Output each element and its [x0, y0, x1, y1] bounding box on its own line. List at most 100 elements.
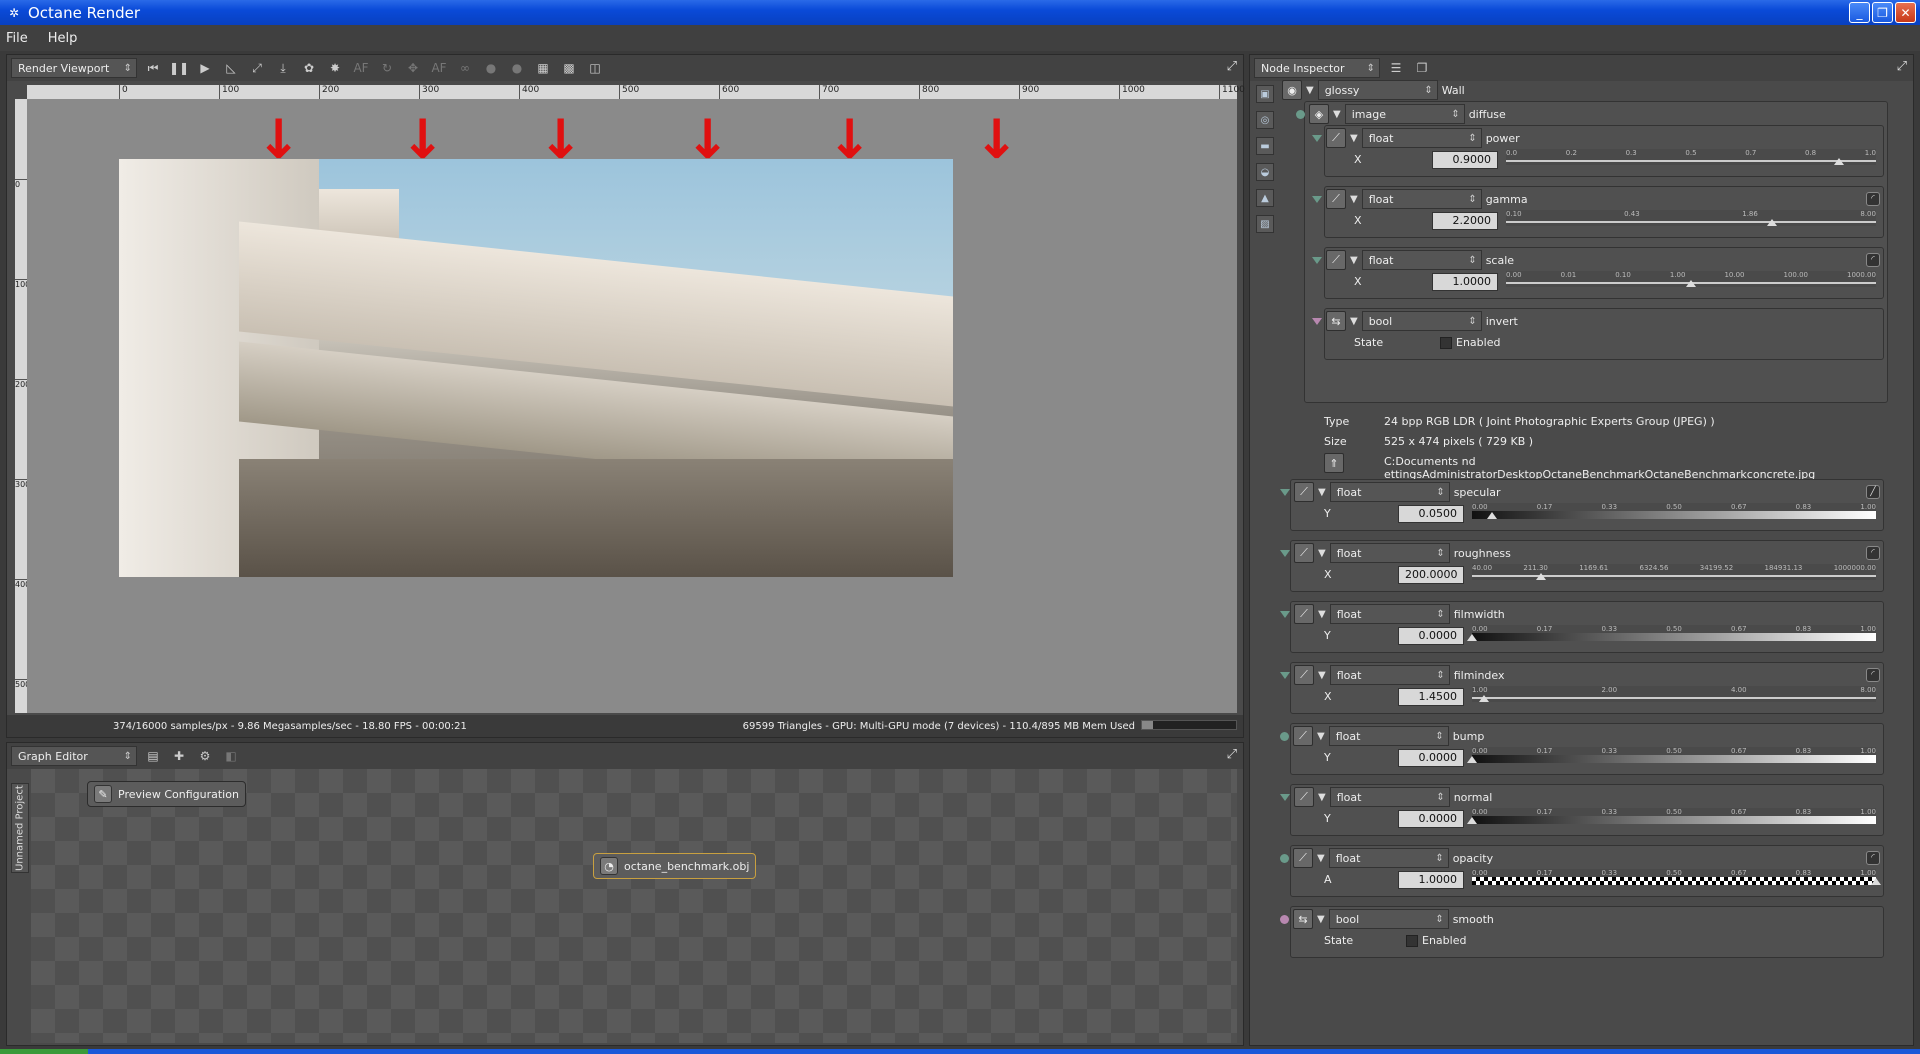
node-icon[interactable]: ⟋	[1326, 128, 1346, 148]
mesh-icon[interactable]: ◒	[1256, 163, 1274, 181]
expand-icon[interactable]: ❐	[1412, 58, 1432, 78]
slider-thumb[interactable]	[1467, 634, 1477, 641]
node-icon[interactable]: ⟋	[1326, 189, 1346, 209]
inspector-panel-selector[interactable]: Node Inspector	[1254, 58, 1380, 78]
project-tab[interactable]: Unnamed Project	[11, 783, 29, 873]
connection-dot[interactable]	[1280, 853, 1289, 863]
value-slider[interactable]: 1.00 2.00 4.00 8.00	[1472, 686, 1876, 702]
value-field[interactable]: 0.0000	[1398, 627, 1464, 645]
node-icon[interactable]: ⟋	[1293, 726, 1313, 746]
node-icon[interactable]: ⟋	[1294, 604, 1314, 624]
connection-dot[interactable]	[1280, 793, 1290, 801]
collapse-toggle-icon[interactable]: ▼	[1350, 255, 1358, 266]
slider-thumb[interactable]	[1467, 756, 1477, 763]
node-icon[interactable]: ◉	[1282, 80, 1302, 100]
maximize-panel-icon[interactable]: ⤢	[1227, 59, 1237, 74]
node-type-selector[interactable]: float	[1361, 250, 1482, 270]
connection-dot[interactable]	[1280, 731, 1289, 741]
value-slider[interactable]: 0.00 0.17 0.33 0.50 0.67 0.83 1.00	[1472, 869, 1881, 885]
close-button[interactable]: ✕	[1895, 2, 1916, 23]
curve-icon[interactable]: ◜	[1866, 192, 1880, 206]
value-slider[interactable]: 0.10 0.43 1.86 8.00	[1506, 210, 1876, 226]
value-field[interactable]: 1.4500	[1398, 688, 1464, 706]
file-browse-icon[interactable]: ⇑	[1324, 453, 1344, 473]
viewport-panel-selector[interactable]: Render Viewport	[11, 58, 137, 78]
collapse-toggle-icon[interactable]: ▼	[1350, 194, 1358, 205]
rotate-icon[interactable]: ↻	[377, 58, 397, 78]
collapse-toggle-icon[interactable]: ▼	[1318, 792, 1326, 803]
connection-dot[interactable]	[1312, 256, 1322, 264]
connection-dot[interactable]	[1296, 109, 1305, 119]
collapse-toggle-icon[interactable]: ▼	[1317, 853, 1325, 864]
curve-icon[interactable]: ◜	[1866, 668, 1880, 682]
node-icon[interactable]: ⟋	[1326, 250, 1346, 270]
value-slider[interactable]: 0.00 0.17 0.33 0.50 0.67 0.83 1.00	[1467, 747, 1876, 763]
play-icon[interactable]: ▶	[195, 58, 215, 78]
collapse-icon[interactable]: ☰	[1386, 58, 1406, 78]
slider-thumb[interactable]	[1487, 512, 1498, 519]
slider-thumb[interactable]	[1479, 695, 1490, 702]
value-slider[interactable]: 0.00 0.17 0.33 0.50 0.67 0.83 1.00	[1467, 625, 1876, 641]
menu-file[interactable]: File	[6, 31, 28, 46]
node-type-selector[interactable]: bool	[1328, 909, 1449, 929]
graph-panel-selector[interactable]: Graph Editor	[11, 746, 137, 766]
minimize-button[interactable]: _	[1849, 2, 1870, 23]
node-type-selector[interactable]: image	[1344, 104, 1465, 124]
node-icon[interactable]: ⇆	[1326, 311, 1346, 331]
value-field[interactable]: 200.0000	[1398, 566, 1464, 584]
menu-help[interactable]: Help	[48, 31, 78, 46]
collapse-toggle-icon[interactable]: ▼	[1350, 133, 1358, 144]
checkbox-box[interactable]	[1406, 935, 1418, 947]
maximize-panel-icon[interactable]: ⤢	[1227, 747, 1237, 762]
node-octane-benchmark[interactable]: ◔ octane_benchmark.obj	[593, 853, 757, 879]
start-button[interactable]	[0, 1049, 88, 1054]
node-type-selector[interactable]: float	[1329, 787, 1450, 807]
node-type-selector[interactable]: float	[1329, 604, 1450, 624]
texture-icon[interactable]: ▨	[1256, 215, 1274, 233]
pan-icon[interactable]: ✥	[403, 58, 423, 78]
maximize-button[interactable]: ❐	[1872, 2, 1893, 23]
load-icon[interactable]: ▤	[143, 746, 163, 766]
value-field[interactable]: 0.0000	[1398, 810, 1464, 828]
node-type-selector[interactable]: float	[1361, 189, 1482, 209]
curve-icon[interactable]: ╱	[1866, 485, 1880, 499]
collapse-toggle-icon[interactable]: ▼	[1318, 609, 1326, 620]
collapse-toggle-icon[interactable]: ▼	[1317, 914, 1325, 925]
node-type-selector[interactable]: float	[1329, 543, 1450, 563]
collapse-toggle-icon[interactable]: ▼	[1318, 548, 1326, 559]
focus-picker-icon[interactable]: ◺	[221, 58, 241, 78]
connection-dot[interactable]	[1280, 914, 1289, 924]
node-graph-canvas[interactable]: ✎ Preview Configuration ◔ octane_benchma…	[31, 769, 1237, 1043]
node-preview-configuration[interactable]: ✎ Preview Configuration	[87, 781, 246, 807]
grid-single-icon[interactable]: ▦	[533, 58, 553, 78]
link-icon[interactable]: ∞	[455, 58, 475, 78]
camera-icon[interactable]: ⤢	[247, 58, 267, 78]
connection-dot[interactable]	[1280, 549, 1290, 557]
curve-icon[interactable]: ◜	[1866, 546, 1880, 560]
group-icon[interactable]: ◧	[221, 746, 241, 766]
camera-icon[interactable]: ◎	[1256, 111, 1274, 129]
value-field[interactable]: 0.0000	[1398, 749, 1464, 767]
slider-thumb[interactable]	[1535, 573, 1546, 580]
value-slider[interactable]: 40.00 211.30 1169.61 6324.56 34199.52 184931.…	[1472, 564, 1876, 580]
node-icon[interactable]: ⇆	[1293, 909, 1313, 929]
export-icon[interactable]: ⤓	[273, 58, 293, 78]
slider-thumb[interactable]	[1834, 158, 1844, 165]
connection-dot[interactable]	[1280, 671, 1290, 679]
collapse-toggle-icon[interactable]: ▼	[1317, 731, 1325, 742]
value-field[interactable]: 0.9000	[1432, 151, 1498, 169]
environment-icon[interactable]: ▬	[1256, 137, 1274, 155]
render-area[interactable]: ↓ ↓ ↓ ↓ ↓ ↓	[27, 99, 1237, 713]
af-icon[interactable]: AF	[429, 58, 449, 78]
collapse-toggle-icon[interactable]: ▼	[1306, 85, 1314, 96]
collapse-toggle-icon[interactable]: ▼	[1318, 670, 1326, 681]
settings-icon[interactable]: ⚙	[195, 746, 215, 766]
light-icon[interactable]: ✸	[325, 58, 345, 78]
autofocus-icon[interactable]: AF	[351, 58, 371, 78]
render-target-icon[interactable]: ▣	[1256, 85, 1274, 103]
connection-dot[interactable]	[1312, 195, 1322, 203]
gpu2-icon[interactable]: ●	[507, 58, 527, 78]
collapse-toggle-icon[interactable]: ▼	[1350, 316, 1358, 327]
slider-thumb[interactable]	[1467, 817, 1477, 824]
connection-dot[interactable]	[1312, 317, 1322, 325]
